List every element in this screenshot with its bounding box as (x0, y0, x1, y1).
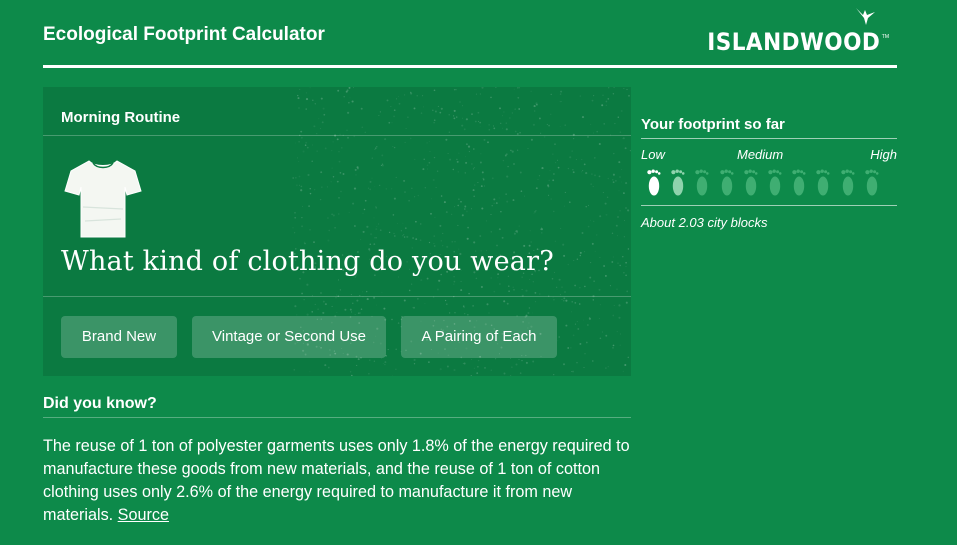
foot-icon (840, 169, 855, 196)
footprint-divider-top (641, 138, 897, 139)
footprint-meter (646, 169, 896, 197)
foot-icon (792, 169, 806, 196)
did-you-know-title: Did you know? (43, 395, 157, 412)
logo-wordmark: ISLANDWOOD (706, 28, 880, 56)
app-title: Ecological Footprint Calculator (43, 24, 325, 45)
foot-icon (865, 169, 879, 196)
option-brand-new-button[interactable]: Brand New (61, 316, 177, 358)
foot-icon (695, 169, 709, 196)
did-you-know-divider (43, 417, 631, 418)
trademark-mark: TM (881, 34, 889, 40)
t-shirt-icon (64, 160, 142, 238)
question-text: What kind of clothing do you wear? (61, 246, 554, 277)
footprint-divider-bottom (641, 205, 897, 206)
source-link[interactable]: Source (118, 506, 169, 524)
scale-label-low: Low (641, 147, 665, 162)
foot-icon (671, 169, 685, 196)
footprint-title: Your footprint so far (641, 116, 785, 133)
foot-icon (816, 169, 830, 196)
footprint-summary: About 2.03 city blocks (641, 215, 768, 230)
card-header: Morning Routine (43, 87, 631, 136)
foot-icon (647, 169, 661, 196)
foot-icon (719, 169, 734, 196)
section-title: Morning Routine (61, 109, 181, 126)
did-you-know-body: The reuse of 1 ton of polyester garments… (43, 435, 633, 527)
option-vintage-button[interactable]: Vintage or Second Use (192, 316, 386, 358)
scale-label-high: High (870, 147, 897, 162)
foot-icon (744, 169, 758, 196)
app-header: Ecological Footprint Calculator ISLANDWO… (43, 0, 897, 68)
card-divider (43, 296, 631, 297)
question-card: Morning Routine What kind of clothing do… (43, 87, 631, 376)
foot-icon (768, 169, 782, 196)
bird-icon (856, 8, 875, 25)
option-pairing-button[interactable]: A Pairing of Each (401, 316, 557, 358)
scale-label-medium: Medium (737, 147, 784, 162)
islandwood-logo[interactable]: ISLANDWOOD TM (707, 6, 889, 56)
